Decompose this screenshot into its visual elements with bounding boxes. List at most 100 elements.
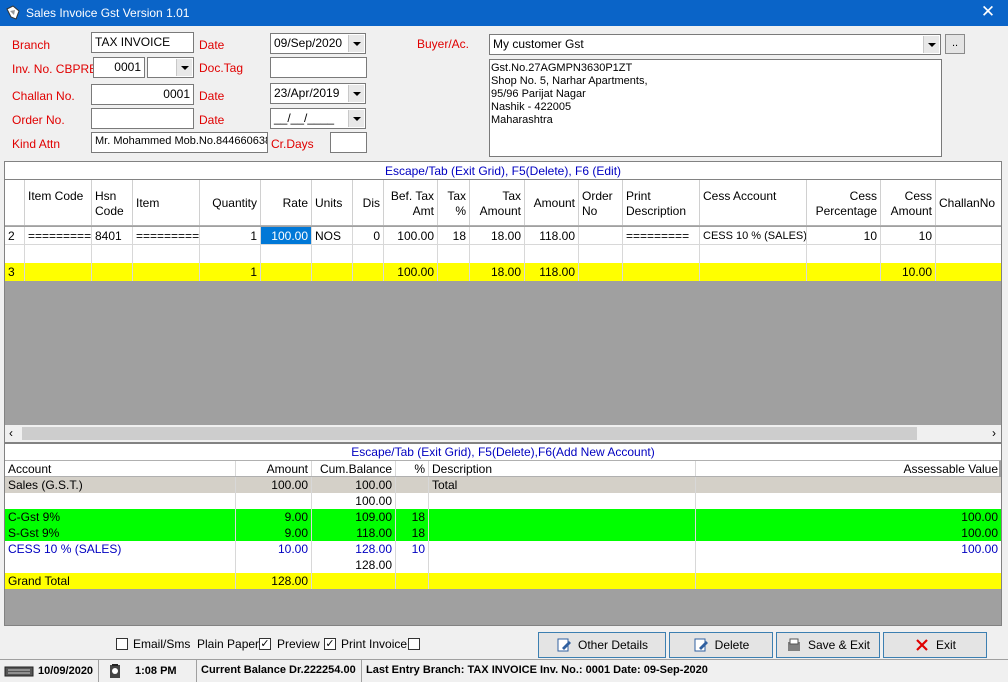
cell[interactable] [396,477,429,493]
invoice-date-picker[interactable]: 09/Sep/2020 [270,33,366,54]
cell[interactable] [261,263,312,281]
cell[interactable] [312,245,353,263]
cell[interactable]: 100.00 [312,493,396,509]
cell[interactable] [312,573,396,589]
selected-cell[interactable]: 100.00 [261,227,312,244]
challan-date-picker[interactable]: 23/Apr/2019 [270,83,366,104]
cell[interactable]: 128.00 [312,557,396,573]
account-row[interactable]: 100.00 [5,493,1001,509]
cell[interactable] [579,245,623,263]
item-grid[interactable]: Escape/Tab (Exit Grid), F5(Delete), F6 (… [4,161,1002,443]
cell[interactable] [5,557,236,573]
scroll-right-icon[interactable]: › [992,426,996,440]
account-row[interactable]: Sales (G.S.T.) 100.00 100.00 Total [5,477,1001,493]
cell[interactable] [236,557,312,573]
print-invoice-checkbox[interactable] [408,638,420,650]
cell[interactable]: C-Gst 9% [5,509,236,525]
delete-button[interactable]: Delete [669,632,773,658]
chevron-down-icon[interactable] [923,36,939,53]
invoice-number-field[interactable]: 0001 [93,57,145,78]
cell[interactable] [396,573,429,589]
cell[interactable]: 0 [353,227,384,244]
cell[interactable] [696,573,1001,589]
cell[interactable] [5,245,25,263]
item-row-blank[interactable] [5,245,1001,263]
cell[interactable]: 1 [200,227,261,244]
cell[interactable] [623,263,700,281]
cell[interactable]: 100.00 [236,477,312,493]
cell[interactable] [881,245,936,263]
cell[interactable] [696,557,1001,573]
cell[interactable] [429,573,696,589]
cell[interactable] [696,493,1001,509]
invoice-series-select[interactable] [147,57,194,78]
cell[interactable] [429,525,696,541]
branch-field[interactable]: TAX INVOICE [91,32,194,53]
cell[interactable]: 9.00 [236,509,312,525]
cell[interactable] [936,263,1001,281]
cell[interactable] [133,263,200,281]
cell[interactable] [470,245,525,263]
cell[interactable]: 128.00 [312,541,396,557]
cell[interactable] [384,245,438,263]
cell[interactable] [396,493,429,509]
cell[interactable] [438,245,470,263]
cell[interactable] [700,245,807,263]
cell[interactable]: 10 [807,227,881,244]
account-row[interactable]: S-Gst 9% 9.00 118.00 18 100.00 [5,525,1001,541]
cell[interactable] [579,227,623,244]
save-exit-button[interactable]: Save & Exit [776,632,880,658]
cell[interactable]: 10 [396,541,429,557]
cell[interactable]: ========= [623,227,700,244]
crdays-field[interactable] [330,132,367,153]
cell[interactable] [429,557,696,573]
challan-number-field[interactable]: 0001 [91,84,194,105]
account-row[interactable]: 128.00 [5,557,1001,573]
chevron-down-icon[interactable] [348,35,364,52]
cell[interactable] [700,263,807,281]
cell[interactable] [261,245,312,263]
scroll-left-icon[interactable]: ‹ [9,426,13,440]
cell[interactable]: 18.00 [470,227,525,244]
close-icon[interactable]: ✕ [978,2,998,22]
cell[interactable]: 128.00 [236,573,312,589]
cell[interactable]: Total [429,477,696,493]
email-sms-checkbox[interactable] [116,638,128,650]
order-date-picker[interactable]: __/__/____ [270,108,366,129]
buyer-browse-button[interactable]: .. [945,34,965,54]
cell[interactable]: 8401 [92,227,133,244]
grand-total-row[interactable]: Grand Total 128.00 [5,573,1001,589]
cell[interactable] [25,263,92,281]
cell[interactable]: 18 [396,509,429,525]
cell[interactable] [200,245,261,263]
horizontal-scrollbar[interactable]: ‹ › [5,425,1001,442]
cell[interactable] [807,263,881,281]
other-details-button[interactable]: Other Details [538,632,666,658]
cell[interactable] [936,227,1001,244]
cell[interactable]: 118.00 [525,227,579,244]
cell[interactable] [438,263,470,281]
cell[interactable]: 9.00 [236,525,312,541]
cell[interactable] [396,557,429,573]
cell[interactable] [92,245,133,263]
cell[interactable]: 18 [438,227,470,244]
cell[interactable] [807,245,881,263]
scrollbar-thumb[interactable] [22,427,917,440]
cell[interactable] [623,245,700,263]
cell[interactable]: 100.00 [384,227,438,244]
cell[interactable] [5,493,236,509]
cell[interactable]: 10.00 [236,541,312,557]
cell[interactable] [236,493,312,509]
cell[interactable]: 100.00 [312,477,396,493]
cell[interactable] [353,263,384,281]
cell[interactable]: S-Gst 9% [5,525,236,541]
cell[interactable]: 10 [881,227,936,244]
cell[interactable]: CESS 10 % (SALES) [700,227,807,244]
cell[interactable]: 18.00 [470,263,525,281]
cell[interactable]: NOS [312,227,353,244]
cell[interactable] [133,245,200,263]
chevron-down-icon[interactable] [176,59,192,76]
preview-checkbox[interactable]: ✓ [324,638,336,650]
cell[interactable] [92,263,133,281]
cell[interactable]: 109.00 [312,509,396,525]
